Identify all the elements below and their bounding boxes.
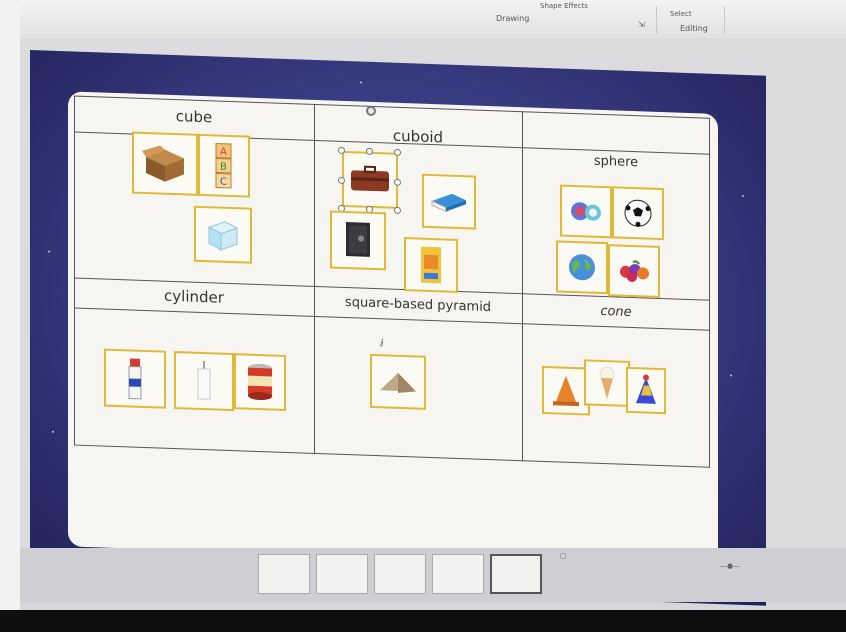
shapes-sorting-table: cube cuboid sphere cylinder square-based… bbox=[74, 95, 710, 470]
tile-cereal-box[interactable] bbox=[404, 237, 458, 293]
photo-bezel bbox=[0, 0, 20, 632]
candle-icon bbox=[197, 361, 211, 400]
slide-canvas[interactable]: cube cuboid sphere cylinder square-based… bbox=[30, 50, 766, 606]
resize-handle[interactable] bbox=[338, 146, 345, 155]
tile-abc-blocks[interactable]: A B C bbox=[198, 133, 250, 198]
marbles-icon bbox=[571, 202, 601, 221]
tile-party-hat[interactable] bbox=[626, 366, 666, 415]
glue-stick-icon bbox=[128, 358, 142, 400]
football-icon bbox=[624, 199, 652, 227]
resize-handle[interactable] bbox=[394, 178, 401, 186]
ribbon-group-editing-label: Editing bbox=[680, 24, 708, 33]
tile-ice-cube[interactable] bbox=[194, 205, 252, 264]
tile-pyramid[interactable] bbox=[370, 353, 426, 410]
ice-cube-icon bbox=[207, 221, 239, 251]
tile-glue-stick[interactable] bbox=[104, 348, 166, 409]
tile-cardboard-box[interactable] bbox=[132, 131, 198, 196]
tile-marbles[interactable] bbox=[560, 184, 612, 239]
cardboard-box-icon bbox=[142, 145, 184, 182]
svg-text:B: B bbox=[220, 162, 227, 173]
dialog-launcher-icon[interactable]: ⇲ bbox=[638, 20, 648, 30]
tile-globe[interactable] bbox=[556, 240, 608, 295]
resize-handle[interactable] bbox=[394, 206, 401, 214]
tile-candle[interactable] bbox=[174, 351, 234, 412]
slide-thumbnail-active[interactable] bbox=[490, 554, 542, 594]
book-icon bbox=[431, 193, 466, 213]
ice-cream-icon bbox=[599, 366, 615, 400]
svg-text:C: C bbox=[220, 177, 227, 188]
suitcase-icon bbox=[351, 165, 389, 192]
safe-icon bbox=[346, 222, 370, 257]
berries-icon bbox=[620, 260, 649, 283]
slide-content-card: cube cuboid sphere cylinder square-based… bbox=[68, 91, 718, 570]
cereal-box-icon bbox=[421, 246, 441, 284]
star-decoration bbox=[360, 81, 362, 84]
slide-thumbnail[interactable] bbox=[432, 554, 484, 594]
slide-thumbnail[interactable] bbox=[258, 554, 310, 594]
slide-thumbnail[interactable] bbox=[374, 554, 426, 594]
taskbar bbox=[0, 610, 846, 632]
tile-berries[interactable] bbox=[608, 244, 660, 299]
star-decoration bbox=[742, 194, 744, 197]
tile-tin-can[interactable] bbox=[234, 353, 286, 411]
resize-handle[interactable] bbox=[338, 176, 345, 185]
table-column-divider bbox=[314, 103, 315, 454]
star-decoration bbox=[730, 374, 732, 377]
rotate-handle-icon[interactable] bbox=[366, 105, 376, 117]
ribbon-toolbar: Shape Effects Drawing ⇲ Select Editing bbox=[20, 0, 846, 39]
tile-book[interactable] bbox=[422, 173, 476, 230]
star-decoration bbox=[52, 430, 54, 433]
monitor-screen: Shape Effects Drawing ⇲ Select Editing c… bbox=[20, 0, 846, 610]
traffic-cone-icon bbox=[553, 375, 579, 407]
slide-thumbnail-strip: ▢ —●— bbox=[20, 548, 846, 602]
tile-safe[interactable] bbox=[330, 210, 386, 271]
ribbon-separator bbox=[656, 6, 657, 34]
resize-handle[interactable] bbox=[394, 148, 401, 156]
comments-icon[interactable]: ▢ bbox=[560, 552, 567, 560]
slide-editing-area: cube cuboid sphere cylinder square-based… bbox=[20, 38, 846, 606]
shape-effects-button[interactable]: Shape Effects bbox=[540, 2, 588, 10]
select-button[interactable]: Select bbox=[670, 10, 692, 18]
tile-suitcase-selected[interactable] bbox=[342, 150, 398, 209]
globe-icon bbox=[569, 254, 595, 281]
resize-handle[interactable] bbox=[366, 147, 373, 155]
text-cursor-icon: ⅈ bbox=[380, 338, 384, 350]
star-decoration bbox=[48, 250, 50, 253]
zoom-slider[interactable]: —●— bbox=[720, 562, 740, 570]
abc-blocks-icon: A B C bbox=[215, 142, 232, 189]
tile-traffic-cone[interactable] bbox=[542, 365, 590, 416]
ribbon-group-drawing-label: Drawing bbox=[496, 14, 530, 23]
svg-text:A: A bbox=[220, 147, 227, 158]
party-hat-icon bbox=[636, 374, 656, 404]
tile-football[interactable] bbox=[612, 186, 664, 241]
slide-thumbnail[interactable] bbox=[316, 554, 368, 594]
tile-ice-cream[interactable] bbox=[584, 359, 630, 407]
ribbon-separator bbox=[724, 6, 725, 34]
pyramid-icon bbox=[380, 372, 416, 393]
tin-can-icon bbox=[248, 364, 272, 401]
